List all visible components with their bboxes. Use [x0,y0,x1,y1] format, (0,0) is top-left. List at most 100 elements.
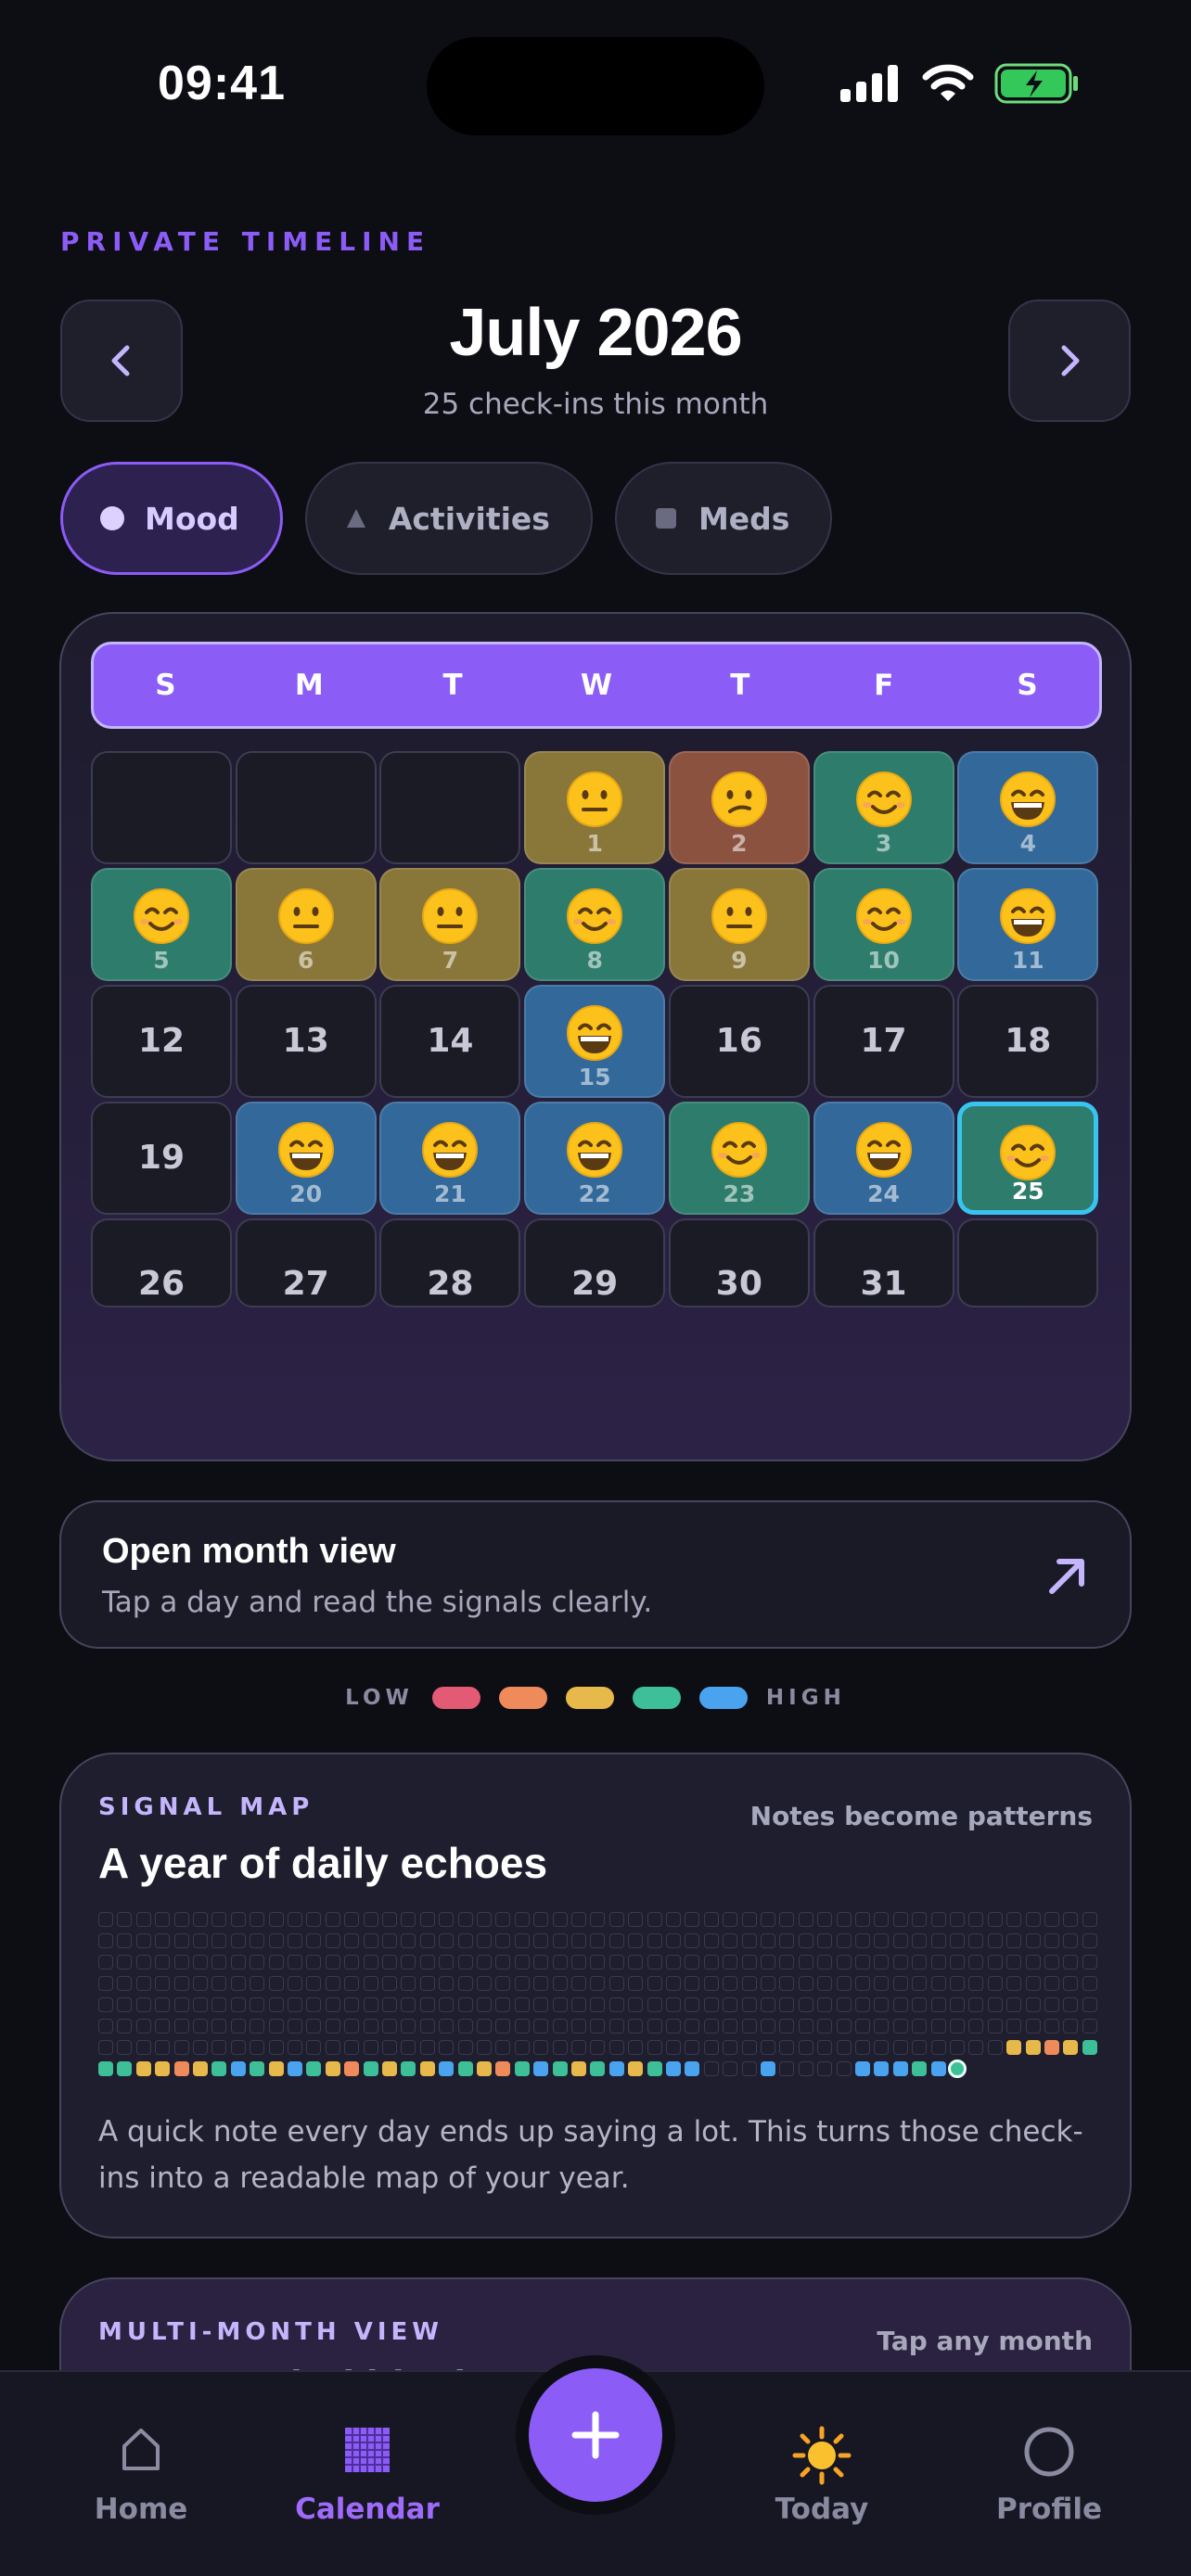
tab-home[interactable]: Home [48,2372,234,2576]
day-dot [193,2040,208,2055]
day-dot [98,1976,113,1991]
day-dot [117,1976,133,1991]
day-dot [779,1955,795,1970]
calendar-day-cell[interactable]: 6 [235,868,377,981]
day-dot [401,2061,416,2076]
calendar-day-cell[interactable]: 8 [524,868,666,981]
calendar-day-cell[interactable]: 2 [668,751,810,864]
day-dot [363,1912,378,1927]
weekday-label: S [155,669,176,702]
day-dot [817,1997,833,2012]
day-dot [855,1976,870,1991]
day-dot [230,1976,246,1991]
day-dot [288,1976,302,1991]
signal-map-description: A quick note every day ends up saying a … [98,2115,1083,2195]
day-dot [495,1955,511,1970]
calendar-day-cell[interactable]: 19 [91,1102,232,1215]
day-dot [552,2019,568,2034]
day-dot [723,1997,738,2012]
calendar-card: S M T W T F S 1 2 3 4 5 6 7 8 9 10 11 12 13 14 15 16 17 1… [59,612,1132,1461]
day-dot [817,1976,833,1991]
day-dot [477,2019,492,2034]
calendar-day-cell[interactable]: 22 [524,1102,666,1215]
chip-activities[interactable]: Activities [304,462,593,575]
status-icons [840,63,1080,104]
day-dot [268,1933,284,1948]
day-dot [874,2040,890,2055]
mood-emoji [959,770,1096,833]
open-month-subtitle: Tap a day and read the signals clearly. [102,1586,653,1619]
day-dot [250,2061,265,2076]
day-dot [817,2019,833,2034]
calendar-day-cell[interactable]: 26 [91,1218,232,1307]
day-dot [628,2019,644,2034]
calendar-day-cell[interactable]: 13 [235,985,377,1098]
calendar-day-cell[interactable]: 3 [813,751,954,864]
day-dot [608,1997,624,2012]
day-dot [798,1997,813,2012]
calendar-day-cell[interactable]: 20 [235,1102,377,1215]
calendar-day-cell[interactable]: 7 [379,868,521,981]
day-dot [628,1912,644,1927]
calendar-day-cell[interactable]: 30 [668,1218,810,1307]
chip-meds[interactable]: Meds [614,462,833,575]
day-dot [1006,2040,1022,2055]
calendar-day-cell[interactable]: 28 [379,1218,521,1307]
calendar-day-cell[interactable]: 25 [957,1102,1099,1215]
day-dot [855,1997,870,2012]
calendar-day-cell[interactable]: 15 [524,985,666,1098]
calendar-day-cell[interactable]: 17 [813,985,954,1098]
day-dot [874,1976,890,1991]
calendar-day-cell[interactable]: 24 [813,1102,954,1215]
day-dot [723,1912,738,1927]
calendar-day-cell[interactable]: 5 [91,868,232,981]
calendar-day-cell[interactable]: 10 [813,868,954,981]
day-dot [1082,1933,1097,1948]
legend-swatch [698,1687,748,1709]
calendar-day-cell[interactable]: 23 [668,1102,810,1215]
day-dot [419,1997,435,2012]
mood-emoji [671,1120,808,1183]
day-dot [514,1933,530,1948]
day-dot [798,1912,813,1927]
day-dot [211,1912,227,1927]
day-dot [230,1955,246,1970]
day-dot [912,1955,928,1970]
calendar-day-cell[interactable]: 11 [957,868,1099,981]
day-dot [325,1997,340,2012]
day-number: 30 [715,1265,762,1303]
calendar-day-cell[interactable]: 29 [524,1218,666,1307]
calendar-day-cell[interactable]: 27 [235,1218,377,1307]
calendar-day-cell[interactable]: 12 [91,985,232,1098]
add-checkin-button[interactable] [529,2368,662,2502]
calendar-day-cell[interactable]: 9 [668,868,810,981]
day-dot [855,1955,870,1970]
calendar-day-cell[interactable]: 21 [379,1102,521,1215]
day-dot [344,2061,360,2076]
calendar-day-cell[interactable]: 1 [524,751,666,864]
day-dot [1063,1976,1079,1991]
signal-map-card[interactable]: SIGNAL MAP Notes become patterns A year … [59,1753,1132,2238]
calendar-day-cell[interactable]: 14 [379,985,521,1098]
calendar-day-cell[interactable]: 16 [668,985,810,1098]
calendar-day-cell[interactable]: 31 [813,1218,954,1307]
day-dot [590,1997,606,2012]
day-dot [666,1912,681,1927]
day-dot [628,1933,644,1948]
calendar-day-cell[interactable]: 18 [957,985,1099,1098]
day-dot [288,1933,302,1948]
tab-profile[interactable]: Profile [956,2372,1142,2576]
open-month-view-card[interactable]: Open month view Tap a day and read the s… [59,1500,1132,1649]
day-dot [439,2019,455,2034]
calendar-day-cell[interactable]: 4 [957,751,1099,864]
chip-mood[interactable]: Mood [60,462,283,575]
day-number: 7 [442,947,459,974]
day-dot [647,2019,662,2034]
day-dot [211,2019,227,2034]
day-dot [1044,1933,1059,1948]
tab-today[interactable]: Today [729,2372,915,2576]
day-dot [779,1997,795,2012]
next-month-button[interactable] [1008,300,1131,422]
tab-calendar[interactable]: Calendar [275,2372,460,2576]
sun-icon [792,2426,852,2485]
